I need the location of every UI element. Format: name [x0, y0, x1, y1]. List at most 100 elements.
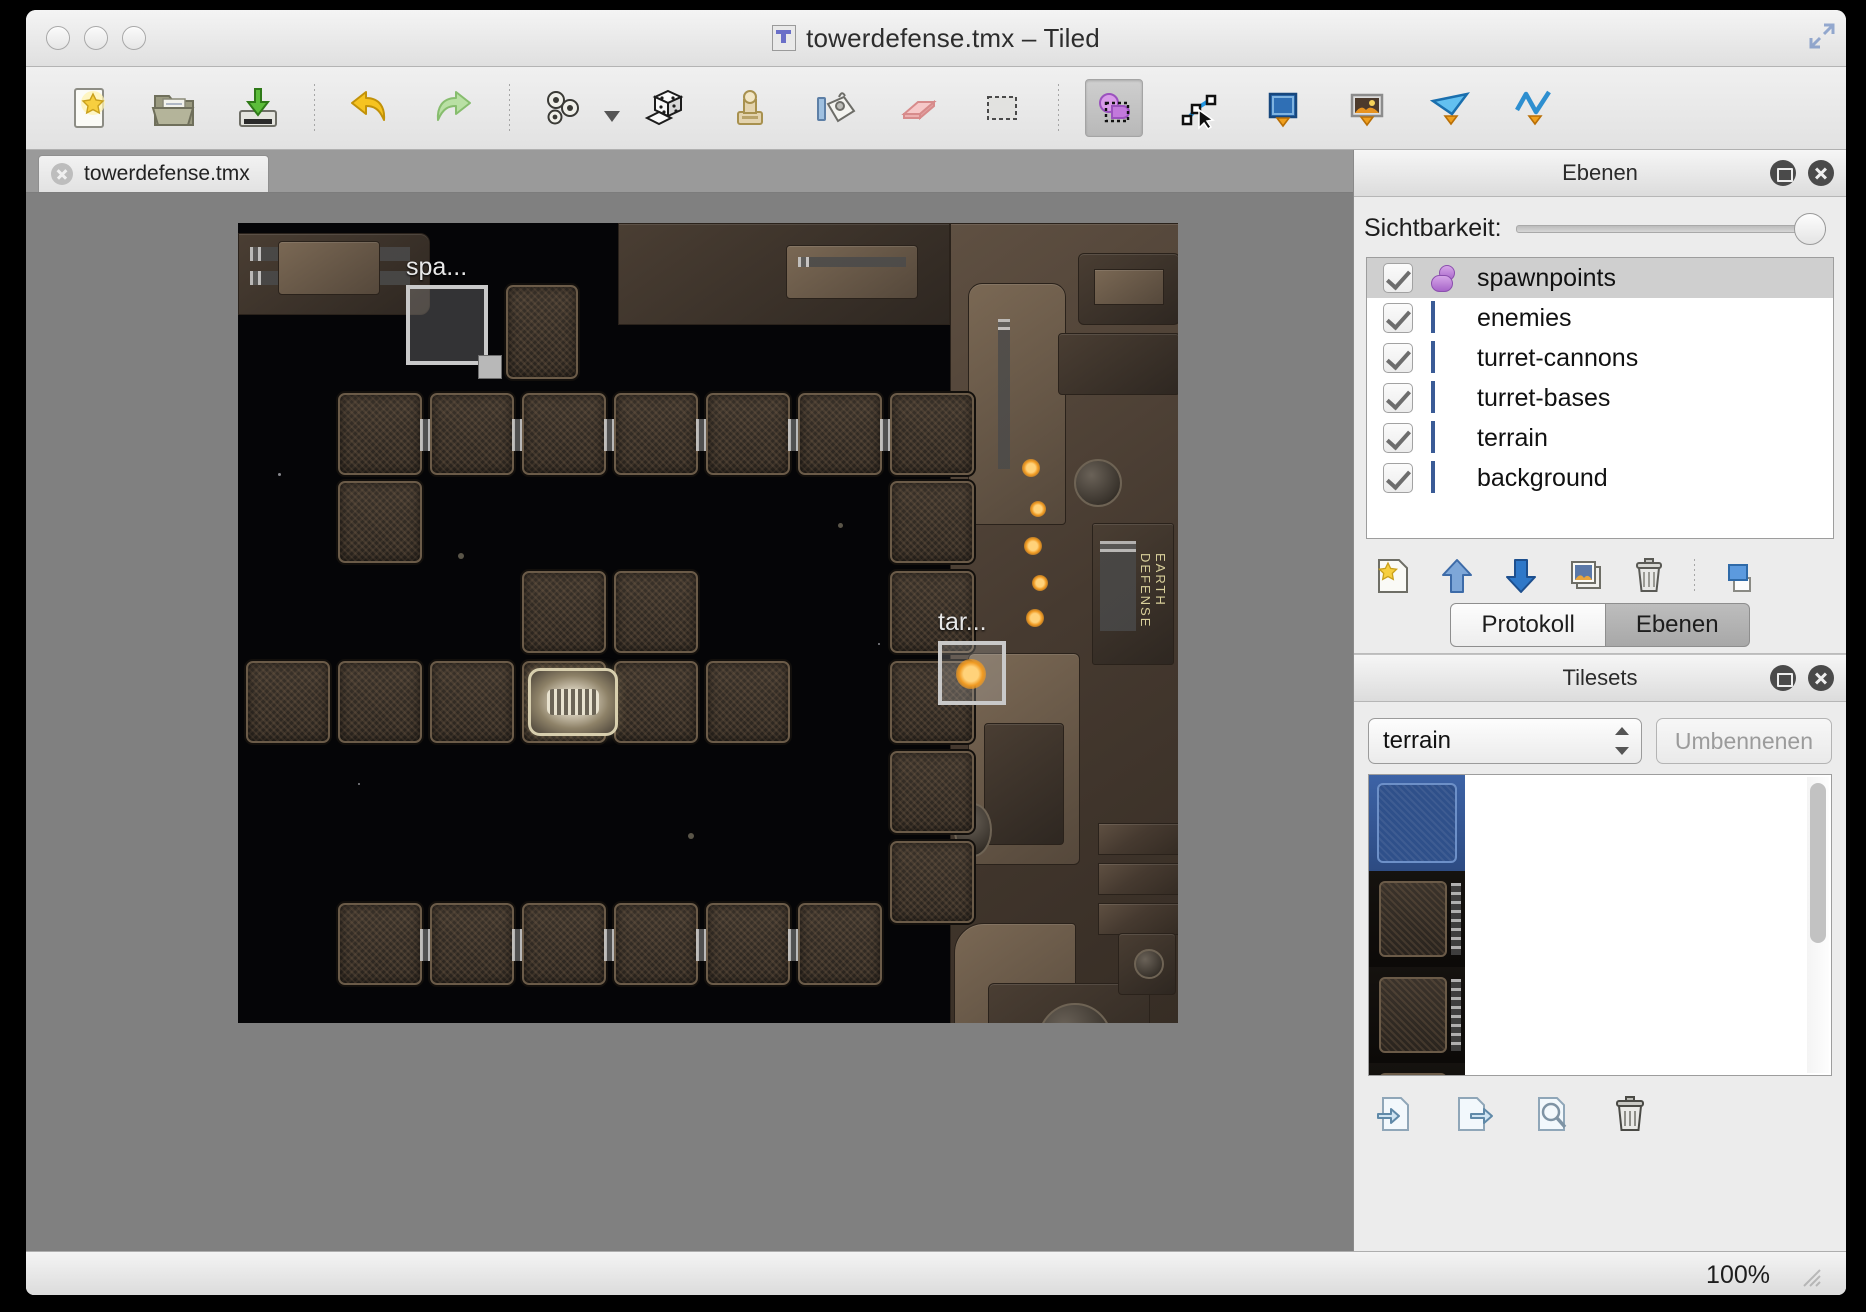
- fill-tool-button[interactable]: [806, 80, 862, 136]
- layer-row-turret-cannons[interactable]: turret-cannons: [1367, 338, 1833, 378]
- layer-row-terrain[interactable]: terrain: [1367, 418, 1833, 458]
- layers-dock-header: Ebenen: [1354, 150, 1846, 197]
- visibility-row: Sichtbarkeit:: [1354, 197, 1846, 251]
- import-tileset-icon[interactable]: [1376, 1094, 1416, 1134]
- edit-polygons-tool-button[interactable]: [1171, 80, 1227, 136]
- float-panel-icon[interactable]: [1770, 665, 1796, 691]
- layer-visible-checkbox[interactable]: [1383, 263, 1413, 293]
- new-layer-icon[interactable]: [1374, 557, 1412, 595]
- terrain-tile: [706, 393, 790, 475]
- document-tab-bar: towerdefense.tmx: [26, 150, 1353, 193]
- path-strut: [512, 929, 522, 961]
- tileset-combobox[interactable]: terrain: [1368, 718, 1642, 764]
- tileset-tile-0[interactable]: [1369, 775, 1465, 871]
- tileset-properties-icon[interactable]: [1532, 1094, 1572, 1134]
- tileset-tile-2[interactable]: [1369, 967, 1465, 1063]
- corridor-lamp: [1024, 537, 1042, 555]
- redo-button[interactable]: [425, 80, 481, 136]
- path-strut: [788, 929, 798, 961]
- rect-select-tool-button[interactable]: [974, 80, 1030, 136]
- layer-list[interactable]: spawnpoints enemies turret-cannons turre…: [1366, 257, 1834, 539]
- object-layer-icon: [1431, 265, 1461, 292]
- terrain-stamp-icon: [737, 90, 763, 125]
- layer-visible-checkbox[interactable]: [1383, 303, 1413, 333]
- redo-arrow-icon: [436, 91, 471, 121]
- export-tileset-icon[interactable]: [1454, 1094, 1494, 1134]
- layer-row-enemies[interactable]: enemies: [1367, 298, 1833, 338]
- dice-icon: [644, 89, 684, 126]
- tileset-column: [1369, 775, 1465, 1075]
- tileset-scrollbar[interactable]: [1807, 777, 1829, 1073]
- rectangle-select-icon: [987, 96, 1017, 120]
- tab-protokoll[interactable]: Protokoll: [1450, 603, 1606, 647]
- duplicate-layer-icon[interactable]: [1566, 557, 1604, 595]
- tileset-tiles-view[interactable]: [1368, 774, 1832, 1076]
- station-panel: [1098, 823, 1178, 855]
- map-render[interactable]: EARTH DEFENSE spa... tar...: [238, 223, 1178, 1023]
- object-spawn-handle[interactable]: [478, 355, 502, 379]
- terrain-tile: [614, 903, 698, 985]
- layer-visible-checkbox[interactable]: [1383, 463, 1413, 493]
- tileset-tile-1[interactable]: [1369, 871, 1465, 967]
- turret-object[interactable]: [528, 668, 618, 736]
- float-panel-icon[interactable]: [1770, 160, 1796, 186]
- object-select-tool-button[interactable]: [1085, 79, 1143, 137]
- tilesets-dock-header: Tilesets: [1354, 654, 1846, 702]
- visibility-slider[interactable]: [1515, 213, 1826, 245]
- layer-visible-checkbox[interactable]: [1383, 423, 1413, 453]
- tileset-action-bar: [1354, 1076, 1846, 1134]
- close-icon[interactable]: [51, 163, 73, 185]
- path-strut: [420, 419, 430, 451]
- close-panel-icon[interactable]: [1808, 160, 1834, 186]
- object-spawn-rect[interactable]: [406, 285, 488, 365]
- tab-ebenen[interactable]: Ebenen: [1605, 603, 1750, 647]
- chevron-updown-icon[interactable]: [1614, 727, 1629, 755]
- random-mode-button[interactable]: [638, 80, 694, 136]
- layer-name: terrain: [1477, 423, 1548, 452]
- trash-icon[interactable]: [1630, 557, 1668, 595]
- layer-properties-icon[interactable]: [1721, 557, 1759, 595]
- insert-polyline-tool-button[interactable]: [1507, 80, 1563, 136]
- layer-visible-checkbox[interactable]: [1383, 383, 1413, 413]
- stamp-brush-button[interactable]: [536, 80, 592, 136]
- layer-name: turret-bases: [1477, 383, 1611, 412]
- trash-icon[interactable]: [1610, 1094, 1650, 1134]
- path-strut: [696, 929, 706, 961]
- eraser-icon: [901, 99, 937, 121]
- arrow-up-icon[interactable]: [1438, 557, 1476, 595]
- save-map-button[interactable]: [230, 80, 286, 136]
- open-map-button[interactable]: [146, 80, 202, 136]
- terrain-brush-button[interactable]: [722, 80, 778, 136]
- layer-name: enemies: [1477, 303, 1572, 332]
- terrain-tile: [890, 751, 974, 833]
- layer-row-spawnpoints[interactable]: spawnpoints: [1367, 258, 1833, 298]
- rename-tileset-button[interactable]: Umbennenen: [1655, 718, 1832, 764]
- terrain-tile: [246, 661, 330, 743]
- corridor-lamp: [1032, 575, 1048, 591]
- gears-stamp-icon: [547, 91, 579, 125]
- insert-rectangle-tool-button[interactable]: [1255, 80, 1311, 136]
- resize-grip-icon[interactable]: [1796, 1262, 1822, 1288]
- terrain-tile: [706, 661, 790, 743]
- slider-knob[interactable]: [1794, 213, 1826, 245]
- arrow-down-icon[interactable]: [1502, 557, 1540, 595]
- tileset-tile-3[interactable]: [1369, 1063, 1465, 1075]
- layer-row-background[interactable]: background: [1367, 458, 1833, 498]
- insert-polygon-tool-button[interactable]: [1423, 80, 1479, 136]
- fullscreen-icon[interactable]: [1808, 22, 1836, 50]
- tile-layer-icon: [1431, 461, 1435, 493]
- map-canvas[interactable]: EARTH DEFENSE spa... tar...: [26, 193, 1353, 1251]
- layer-row-turret-bases[interactable]: turret-bases: [1367, 378, 1833, 418]
- layer-visible-checkbox[interactable]: [1383, 343, 1413, 373]
- station-grill: [1100, 541, 1136, 631]
- close-panel-icon[interactable]: [1808, 665, 1834, 691]
- layer-name: background: [1477, 463, 1608, 492]
- tab-towerdefense[interactable]: towerdefense.tmx: [38, 155, 269, 192]
- eraser-tool-button[interactable]: [890, 80, 946, 136]
- insert-tile-tool-button[interactable]: [1339, 80, 1395, 136]
- undo-button[interactable]: [341, 80, 397, 136]
- terrain-tile: [798, 903, 882, 985]
- stamp-dropdown-arrow[interactable]: [604, 110, 620, 122]
- scrollbar-thumb[interactable]: [1810, 783, 1826, 943]
- new-map-button[interactable]: [62, 80, 118, 136]
